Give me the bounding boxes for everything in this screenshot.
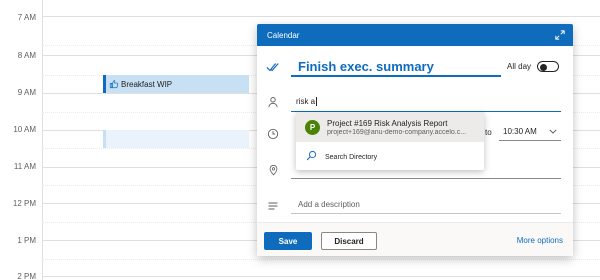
text-caret: [316, 97, 318, 106]
search-icon: [306, 148, 317, 166]
description-input[interactable]: [291, 196, 561, 214]
time-label: 12 PM: [12, 199, 36, 208]
title-checkmark-icon: [266, 60, 280, 74]
search-directory-item[interactable]: Search Directory: [296, 144, 484, 170]
suggestion-email: project+169@anu-demo-company.accelo.c...: [327, 128, 467, 136]
avatar: P: [305, 119, 320, 135]
time-label: 9 AM: [17, 88, 36, 97]
event-draft-slot[interactable]: [103, 130, 249, 148]
more-options-link[interactable]: More options: [517, 236, 563, 245]
clock-icon: [266, 127, 280, 141]
half-hour-line: [42, 259, 600, 260]
all-day-toggle[interactable]: [537, 61, 560, 72]
time-label: 2 PM: [17, 272, 36, 280]
description-lines-icon: [266, 199, 280, 213]
all-day-label: All day: [507, 62, 532, 71]
time-label: 7 AM: [17, 13, 36, 22]
attendee-input-value: risk a: [296, 97, 316, 106]
end-time-dropdown[interactable]: 10:30 AM: [499, 123, 561, 141]
chevron-down-icon: [549, 127, 557, 136]
event-title: Breakfast WIP: [121, 79, 173, 89]
suggestion-item[interactable]: P Project #169 Risk Analysis Report proj…: [296, 112, 484, 142]
toggle-knob: [540, 63, 548, 71]
location-input[interactable]: [291, 178, 561, 179]
save-button[interactable]: Save: [264, 232, 312, 250]
suggestion-name: Project #169 Risk Analysis Report: [327, 118, 448, 128]
hour-line: [42, 16, 600, 17]
event-title-input[interactable]: [291, 57, 501, 77]
discard-button[interactable]: Discard: [321, 232, 377, 250]
popup-header: Calendar: [257, 24, 573, 46]
end-time-value: 10:30 AM: [503, 127, 537, 136]
time-label: 10 AM: [13, 125, 36, 134]
attendee-suggestions-dropdown: P Project #169 Risk Analysis Report proj…: [296, 112, 484, 170]
thumbs-up-icon: [109, 79, 119, 89]
location-pin-icon: [266, 163, 280, 177]
person-icon: [266, 95, 280, 109]
time-label: 1 PM: [17, 236, 36, 245]
time-label: 8 AM: [17, 51, 36, 60]
time-label: 11 AM: [13, 162, 36, 171]
to-label: to: [485, 128, 492, 137]
hour-line: [42, 276, 600, 277]
event-breakfast-wip[interactable]: Breakfast WIP: [103, 75, 249, 93]
suggestion-text: Project #169 Risk Analysis Report projec…: [327, 119, 477, 136]
popup-header-title: Calendar: [267, 30, 300, 40]
all-day-toggle-group[interactable]: All day: [507, 61, 560, 72]
attendee-input[interactable]: risk a: [291, 92, 561, 112]
search-directory-label: Search Directory: [325, 153, 378, 161]
expand-icon[interactable]: [555, 30, 565, 40]
popup-footer: Save Discard More options: [257, 222, 573, 256]
